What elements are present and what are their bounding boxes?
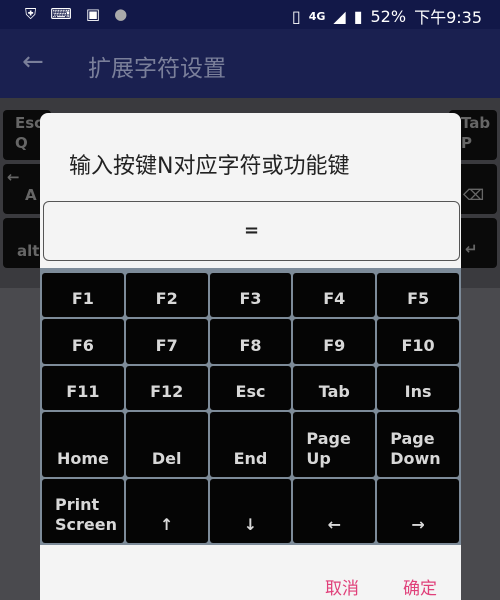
key-↑[interactable]: ↑ (125, 478, 208, 543)
key-f11[interactable]: F11 (42, 365, 124, 411)
page-title: 扩展字符设置 (88, 56, 226, 82)
key-label: ↑ (159, 515, 174, 534)
key-f3[interactable]: F3 (209, 273, 292, 318)
key-label: Home (56, 448, 109, 468)
key-label: Esc (235, 382, 266, 402)
key-label: F4 (323, 289, 346, 309)
key-ins[interactable]: Ins (377, 365, 459, 411)
keyboard-icon: ⌨ (50, 5, 72, 23)
key-f2[interactable]: F2 (125, 273, 208, 318)
key-label: F9 (323, 335, 346, 355)
key-label: F5 (407, 289, 430, 309)
key-label: → (411, 515, 425, 534)
key-→[interactable]: → (377, 478, 459, 543)
key-label: Page Down (390, 428, 441, 468)
key-f5[interactable]: F5 (377, 273, 459, 318)
network-type: 4G (308, 9, 326, 23)
key-mapping-dialog: 输入按键N对应字符或功能键 = F1 F2 F3 F4 F5 F6 F7 F8 F9 F10 F11… (40, 113, 461, 600)
cancel-button[interactable]: 取消 (325, 574, 359, 599)
key-label: ↓ (243, 515, 258, 534)
circle-icon: ● (114, 5, 128, 23)
key-f7[interactable]: F7 (125, 319, 208, 364)
key-label: Print Screen (55, 495, 117, 534)
key-f1[interactable]: F1 (42, 273, 124, 318)
key-label: F2 (155, 289, 178, 309)
key-tab[interactable]: Tab (293, 365, 376, 411)
ok-button[interactable]: 确定 (403, 574, 437, 599)
key-f8[interactable]: F8 (209, 319, 292, 364)
key-label: F3 (239, 289, 262, 309)
dialog-title: 输入按键N对应字符或功能键 (69, 154, 350, 179)
battery-percent: 52% (370, 6, 407, 26)
key-end[interactable]: End (209, 412, 292, 477)
key-label: ← (327, 515, 341, 534)
key-print-screen[interactable]: Print Screen (42, 478, 124, 543)
key-esc[interactable]: Esc (209, 365, 292, 411)
key-label: Tab (318, 382, 350, 402)
key-label: F8 (239, 335, 262, 355)
key-page-down[interactable]: Page Down (377, 412, 459, 477)
app-bar: ← 扩展字符设置 (0, 29, 500, 98)
status-bar: ⛨ ⌨ ▣ ● ▯ 4G ◢ ▮ 52% 下午9:35 (0, 0, 500, 29)
key-←[interactable]: ← (293, 478, 376, 543)
key-label: F11 (66, 382, 100, 402)
character-input[interactable]: = (43, 201, 460, 261)
key-label: F1 (71, 289, 94, 309)
key-↓[interactable]: ↓ (209, 478, 292, 543)
battery-icon: ▮ (353, 6, 363, 26)
key-label: F12 (150, 382, 184, 402)
key-page-up[interactable]: Page Up (293, 412, 376, 477)
back-arrow-icon[interactable]: ← (22, 47, 44, 77)
key-f12[interactable]: F12 (125, 365, 208, 411)
key-label: Page Up (306, 428, 351, 468)
key-label: F6 (71, 335, 94, 355)
key-label: Del (151, 448, 182, 468)
key-label: F7 (155, 335, 178, 355)
key-label: F10 (401, 335, 435, 355)
key-f10[interactable]: F10 (377, 319, 459, 364)
key-f4[interactable]: F4 (293, 273, 376, 318)
signal-icon: ◢ (333, 6, 346, 26)
vibrate-icon: ▯ (291, 6, 301, 26)
key-del[interactable]: Del (125, 412, 208, 477)
key-home[interactable]: Home (42, 412, 124, 477)
image-icon: ▣ (85, 5, 101, 23)
key-f6[interactable]: F6 (42, 319, 124, 364)
function-key-grid: F1 F2 F3 F4 F5 F6 F7 F8 F9 F10 F11 F12 Esc Tab Ins Home… (40, 268, 461, 545)
key-f9[interactable]: F9 (293, 319, 376, 364)
key-label: End (233, 448, 268, 468)
clock: 下午9:35 (414, 8, 482, 27)
key-label: Ins (404, 382, 432, 402)
shield-check-icon: ⛨ (25, 5, 37, 23)
